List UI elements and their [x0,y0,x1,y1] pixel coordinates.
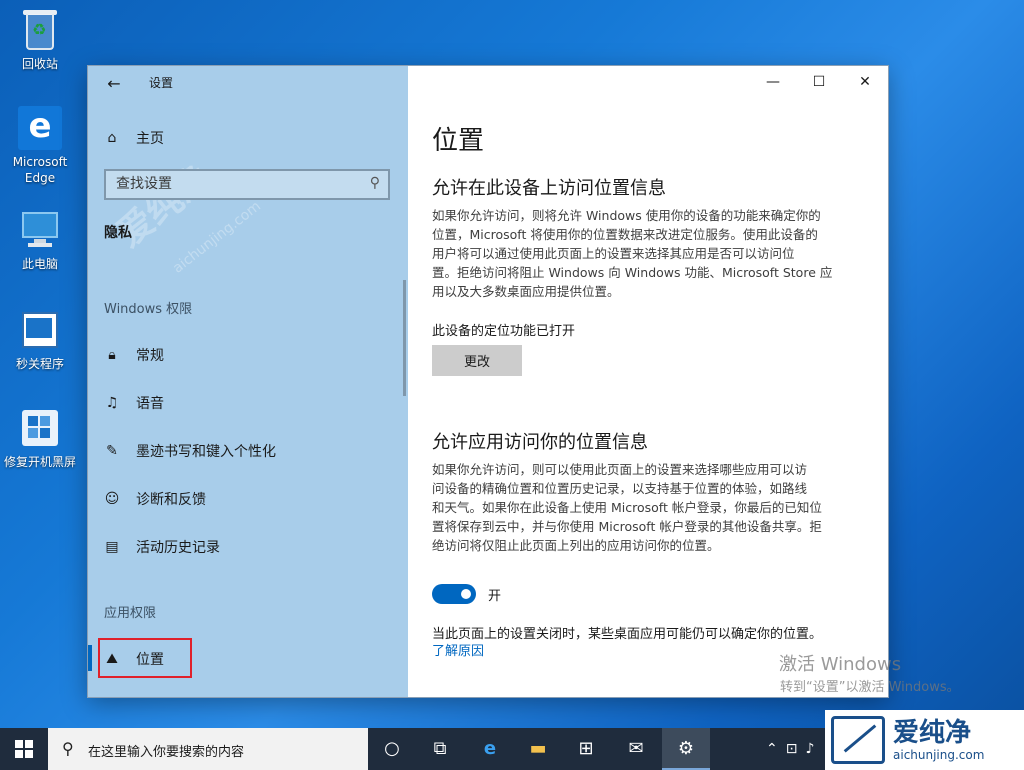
computer-icon [16,206,64,254]
desktop-icon-label: 此电脑 [21,257,58,271]
search-icon: ⚲ [369,175,380,191]
network-icon[interactable]: ⊡ [786,741,798,757]
feedback-icon: ☺ [104,491,120,507]
device-location-status: 此设备的定位功能已打开 [432,324,576,339]
section1-description: 如果你允许访问，则将允许 Windows 使用你的设备的功能来确定你的 位置，M… [432,208,833,299]
nav-item-label: 诊断和反馈 [136,492,206,508]
site-logo: 爱纯净 aichunjing.com [825,710,1024,770]
section2-description: 如果你允许访问，则可以使用此页面上的设置来选择哪些应用可以访 问设备的精确位置和… [432,462,822,553]
repair-tool-icon [16,404,64,452]
search-icon: ⚲ [62,739,74,758]
edge-icon: e [483,738,497,759]
maximize-button[interactable]: ☐ [796,66,842,98]
window-caption-buttons: — ☐ ✕ [750,66,888,98]
nav-item-label: 语音 [136,396,164,412]
logo-mark-icon [831,716,885,764]
search-placeholder: 查找设置 [116,176,172,192]
taskbar-edge[interactable]: e [466,728,514,770]
section2-title: 允许应用访问你的位置信息 [432,432,648,453]
nav-item-diagnostics[interactable]: ☺ 诊断和反馈 [104,489,206,509]
recycle-bin-icon: ♻ [16,6,64,54]
taskbar-file-explorer[interactable]: ▬ [514,728,562,770]
activation-hint: 转到“设置”以激活 Windows。 [780,680,960,695]
toggle-state-label: 开 [488,589,502,604]
nav-item-speech[interactable]: ♫ 语音 [104,393,164,413]
desktop-icon-label: 回收站 [21,57,58,71]
desktop-icon-label: 修复开机黑屏 [3,455,76,469]
nav-home[interactable]: ⌂ 主页 [104,128,164,148]
gear-icon: ⚙ [677,738,695,759]
task-view-icon: ⧉ [433,738,447,759]
nav-item-inking[interactable]: ✎ 墨迹书写和键入个性化 [104,441,276,461]
nav-item-label: 活动历史记录 [136,540,220,556]
section-title: 隐私 [104,225,132,241]
history-icon: ▤ [105,539,119,555]
settings-content: — ☐ ✕ 位置 允许在此设备上访问位置信息 如果你允许访问，则将允许 Wind… [408,66,888,697]
site-watermark-url: aichunjing.com [170,198,264,277]
arrow-left-icon: ← [107,74,121,93]
start-button[interactable] [0,728,48,770]
cortana-button[interactable]: ○ [368,728,416,770]
desktop-icon-edge[interactable]: e Microsoft Edge [2,104,78,186]
group-label-apps: 应用权限 [104,606,157,621]
ink-icon: ✎ [106,443,118,459]
desktop-icon-repair-black-screen[interactable]: 修复开机黑屏 [2,404,78,470]
nav-item-activity-history[interactable]: ▤ 活动历史记录 [104,537,220,557]
logo-url: aichunjing.com [893,748,985,762]
logo-name: 爱纯净 [893,718,972,748]
minimize-button[interactable]: — [750,66,796,98]
taskbar-store[interactable]: ⊞ [562,728,610,770]
chevron-up-icon[interactable]: ⌃ [766,741,778,757]
nav-item-general[interactable]: 🔒︎ 常规 [104,345,164,365]
lock-icon: 🔒︎ [108,347,116,363]
edge-icon: e [16,104,64,152]
page-title: 位置 [432,126,485,156]
window-title: 设置 [149,76,174,90]
taskbar-mail[interactable]: ✉ [612,728,660,770]
desktop-icon-label: Microsoft Edge [12,155,68,185]
taskbar-settings[interactable]: ⚙ [662,728,710,770]
folder-icon: ▬ [529,738,547,759]
nav-item-label: 墨迹书写和键入个性化 [136,444,276,460]
volume-icon[interactable]: ♪ [805,741,814,757]
desktop-icon-this-pc[interactable]: 此电脑 [2,206,78,272]
location-icon: ⛰ [106,651,118,667]
back-button[interactable]: ← [102,72,126,96]
desktop-apps-note: 当此页面上的设置关闭时，某些桌面应用可能仍可以确定你的位置。 [432,627,823,642]
speech-icon: ♫ [105,395,119,411]
nav-item-location[interactable]: ⛰ 位置 [104,649,164,669]
nav-item-label: 常规 [136,348,164,364]
sidebar-scrollbar[interactable] [403,280,406,396]
learn-why-link[interactable]: 了解原因 [432,640,484,659]
nav-home-label: 主页 [136,131,164,147]
desktop-icon-label: 秒关程序 [15,357,64,371]
store-bag-icon: ⊞ [578,738,594,759]
desktop-icon-recycle-bin[interactable]: ♻ 回收站 [2,6,78,72]
change-button[interactable]: 更改 [432,345,522,376]
taskbar-search-placeholder: 在这里输入你要搜索的内容 [88,745,245,760]
mail-icon: ✉ [628,738,644,759]
settings-search-input[interactable]: 查找设置 ⚲ [104,169,390,200]
app-location-toggle[interactable] [432,584,476,604]
section1-title: 允许在此设备上访问位置信息 [432,178,666,199]
desktop-icon-quick-close[interactable]: 秒关程序 [2,306,78,372]
taskbar-search-input[interactable]: ⚲ 在这里输入你要搜索的内容 [48,728,368,770]
home-icon: ⌂ [107,130,117,146]
app-window-icon [16,306,64,354]
task-view-button[interactable]: ⧉ [416,728,464,770]
settings-window: ← 设置 爱纯净 aichunjing.com ⌂ 主页 查找设置 ⚲ 隐私 W… [88,66,888,697]
active-indicator [88,645,92,671]
system-tray: ⌃ ⊡ ♪ [766,728,814,770]
settings-sidebar: ← 设置 爱纯净 aichunjing.com ⌂ 主页 查找设置 ⚲ 隐私 W… [88,66,408,697]
circle-icon: ○ [384,738,400,759]
nav-item-label: 位置 [136,652,164,668]
activation-title: 激活 Windows [779,654,902,675]
close-button[interactable]: ✕ [842,66,888,98]
group-label-windows: Windows 权限 [104,302,193,317]
